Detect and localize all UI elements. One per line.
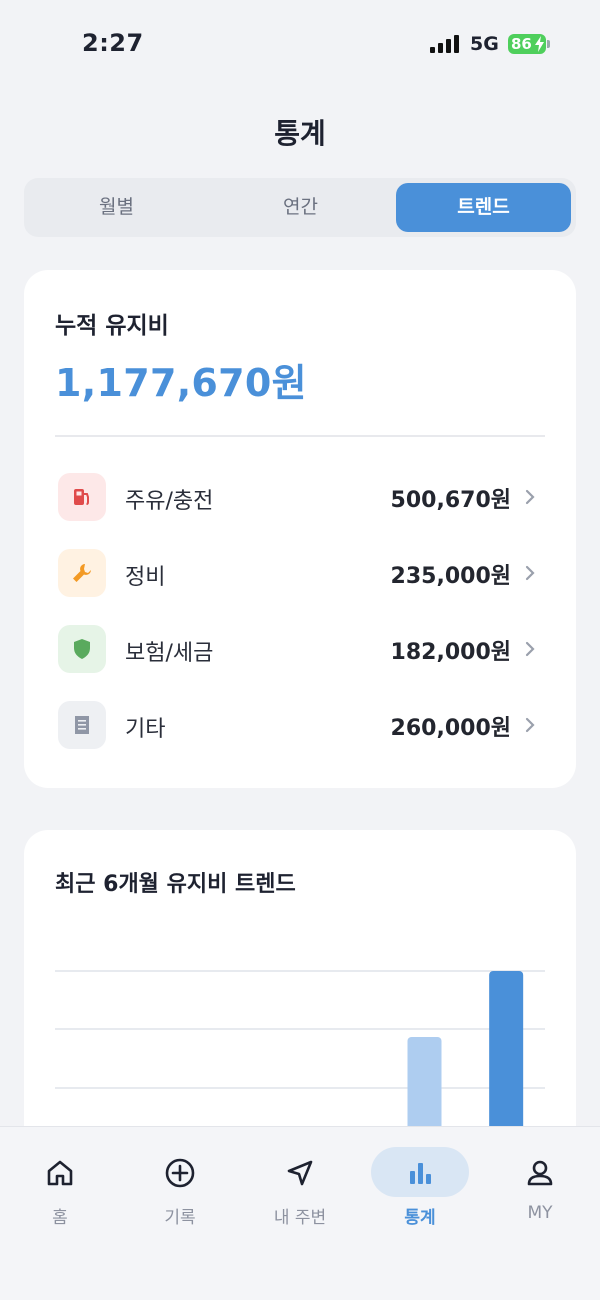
category-row-insurance[interactable]: 보험/세금 182,000원 xyxy=(55,623,545,675)
page-title: 통계 xyxy=(274,117,326,150)
tab-label: 홈 xyxy=(52,1208,68,1228)
category-row-other[interactable]: 기타 260,000원 xyxy=(55,699,545,751)
segment-yearly[interactable]: 연간 xyxy=(213,183,388,232)
category-amount: 235,000원 xyxy=(390,564,511,589)
category-amount: 260,000원 xyxy=(390,716,511,741)
status-time: 2:27 xyxy=(82,29,144,57)
battery-level: 86 xyxy=(511,35,532,53)
tab-label: MY xyxy=(527,1203,553,1223)
category-row-fuel[interactable]: 주유/충전 500,670원 xyxy=(55,471,545,523)
divider xyxy=(55,435,545,437)
network-label: 5G xyxy=(470,33,499,55)
chevron-right-icon xyxy=(525,717,535,733)
battery-icon: 86 xyxy=(508,34,546,54)
tab-label: 통계 xyxy=(404,1208,436,1228)
chevron-right-icon xyxy=(525,641,535,657)
wrench-icon xyxy=(58,549,106,597)
category-name: 보험/세금 xyxy=(125,641,214,666)
category-name: 주유/충전 xyxy=(125,489,214,514)
chart-bar[interactable] xyxy=(489,971,524,1140)
chevron-right-icon xyxy=(525,489,535,505)
tab-home[interactable]: 홈 xyxy=(0,1127,120,1247)
tab-label: 내 주변 xyxy=(273,1208,327,1228)
battery-tip xyxy=(547,40,550,48)
tab-stats[interactable]: 통계 xyxy=(360,1127,480,1247)
tab-record[interactable]: 기록 xyxy=(120,1127,240,1247)
period-segmented-control: 월별 연간 트렌드 xyxy=(24,178,576,237)
tab-nearby[interactable]: 내 주변 xyxy=(240,1127,360,1247)
category-row-maintenance[interactable]: 정비 235,000원 xyxy=(55,547,545,599)
cumulative-label: 누적 유지비 xyxy=(55,313,169,339)
trend-chart-card: 최근 6개월 유지비 트렌드 xyxy=(24,830,576,1160)
segment-monthly[interactable]: 월별 xyxy=(29,183,204,232)
shield-icon xyxy=(58,625,106,673)
trend-bar-chart xyxy=(55,970,545,1140)
fuel-pump-icon xyxy=(58,473,106,521)
chart-bar[interactable] xyxy=(407,1037,442,1140)
signal-icon xyxy=(430,35,462,53)
user-icon xyxy=(527,1160,553,1186)
category-amount: 182,000원 xyxy=(390,640,511,665)
chevron-right-icon xyxy=(525,565,535,581)
bottom-tab-bar: 홈 기록 내 주변 통계 MY xyxy=(0,1126,600,1300)
tab-label: 기록 xyxy=(164,1208,196,1228)
plus-circle-icon xyxy=(165,1158,195,1188)
category-name: 정비 xyxy=(125,565,166,590)
category-amount: 500,670원 xyxy=(390,488,511,513)
home-icon xyxy=(47,1160,73,1186)
cumulative-cost-card: 누적 유지비 1,177,670원 주유/충전 500,670원 정비 235,… xyxy=(24,270,576,788)
tab-my[interactable]: MY xyxy=(480,1127,600,1247)
segment-trend[interactable]: 트렌드 xyxy=(396,183,571,232)
charging-icon xyxy=(535,36,544,52)
bar-chart-icon xyxy=(410,1163,431,1184)
category-name: 기타 xyxy=(125,717,166,742)
status-bar: 2:27 5G 86 xyxy=(0,0,600,90)
navigation-icon xyxy=(287,1160,313,1186)
receipt-icon xyxy=(58,701,106,749)
cumulative-total: 1,177,670원 xyxy=(55,361,307,405)
